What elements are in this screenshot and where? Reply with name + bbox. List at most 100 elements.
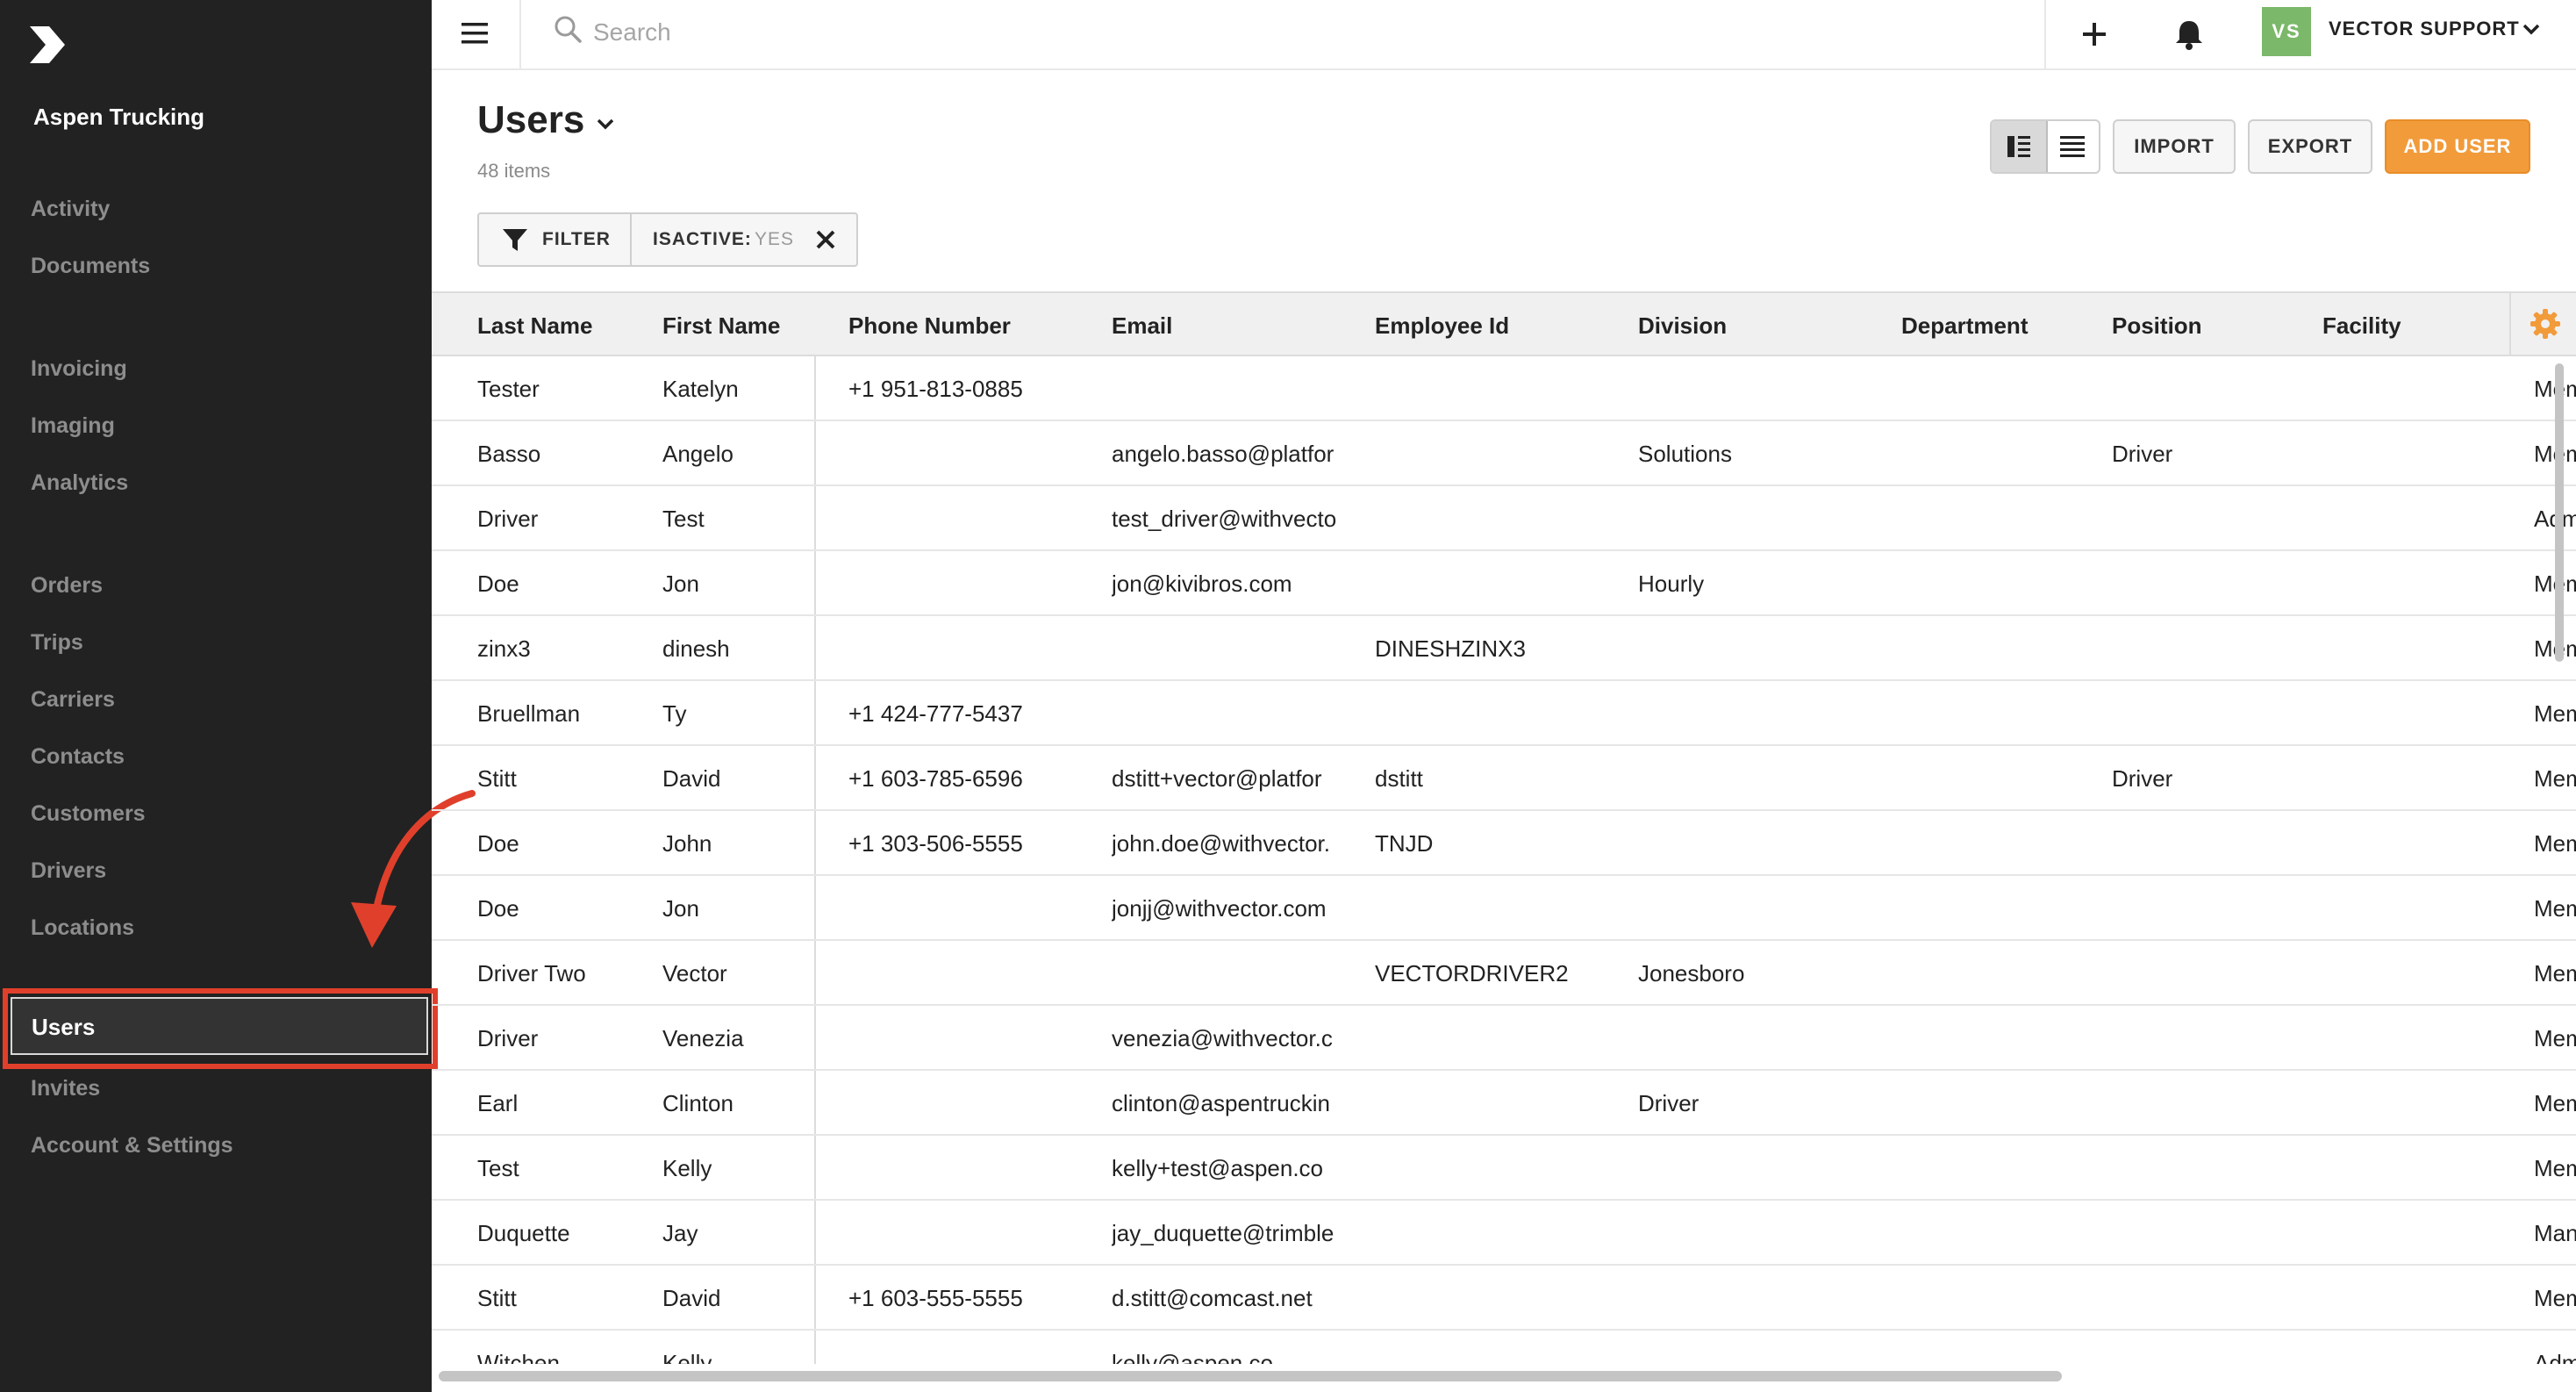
cell-first-name: David	[662, 1285, 721, 1311]
sidebar-item-locations[interactable]: Locations	[31, 910, 134, 945]
import-button[interactable]: IMPORT	[2113, 119, 2236, 174]
sidebar-item-drivers[interactable]: Drivers	[31, 853, 106, 888]
sidebar-item-account-settings[interactable]: Account & Settings	[31, 1128, 233, 1163]
table-row[interactable]: Stitt David +1 603-555-5555 d.stitt@comcast…	[432, 1266, 2576, 1331]
vertical-scrollbar[interactable]	[2555, 363, 2564, 662]
top-bar: VS VECTOR SUPPORT	[432, 0, 2576, 70]
sidebar-item-analytics[interactable]: Analytics	[31, 465, 128, 500]
table-row[interactable]: DriverTesttest_driver@withvectoAdm	[432, 486, 2576, 551]
column-header-position[interactable]: Position	[2112, 312, 2202, 340]
sidebar-item-trips[interactable]: Trips	[31, 625, 83, 660]
cell-last-name: Doe	[477, 570, 519, 597]
plus-icon[interactable]	[2072, 12, 2116, 56]
cell-email: jon@kivibros.com	[1112, 570, 1292, 597]
column-header-email[interactable]: Email	[1112, 312, 1172, 340]
cell-role: Mem	[2534, 1090, 2576, 1116]
bell-icon[interactable]	[2167, 12, 2211, 56]
column-header-department[interactable]: Department	[1901, 312, 2028, 340]
cell-role: Mem	[2534, 1155, 2576, 1181]
sidebar-item-contacts[interactable]: Contacts	[31, 739, 125, 774]
menu-button[interactable]	[432, 0, 521, 68]
column-header-facility[interactable]: Facility	[2322, 312, 2401, 340]
table-row[interactable]: Basso Angelo angelo.basso@platfor Solutions…	[432, 421, 2576, 486]
table-row[interactable]: DoeJonjon@kivibros.comHourlyMem	[432, 551, 2576, 616]
gear-icon	[2530, 309, 2560, 339]
chevron-down-icon[interactable]	[595, 114, 616, 135]
company-name: Aspen Trucking	[33, 104, 205, 130]
sidebar-item-customers[interactable]: Customers	[31, 796, 146, 831]
filter-chip-value[interactable]: YES	[755, 229, 794, 250]
cell-role: Mem	[2534, 960, 2576, 987]
filter-button[interactable]: FILTER	[479, 214, 632, 265]
cell-first-name: Clinton	[662, 1090, 733, 1116]
table-row[interactable]: Test Kelly kelly+test@aspen.co Mem	[432, 1136, 2576, 1201]
sidebar-item-imaging[interactable]: Imaging	[31, 408, 115, 443]
chevron-down-icon[interactable]	[2520, 18, 2543, 40]
user-menu[interactable]: VECTOR SUPPORT	[2329, 18, 2520, 40]
table-row[interactable]: Driver Venezia venezia@withvector.c Mem	[432, 1006, 2576, 1071]
column-header-phone-number[interactable]: Phone Number	[848, 312, 1011, 340]
table-header: Last Name First Name Phone Number Email …	[432, 291, 2576, 356]
cell-employee-id: dstitt	[1375, 765, 1423, 792]
split-view-button[interactable]	[1992, 121, 2048, 172]
hamburger-icon	[462, 23, 488, 44]
cell-email: jonjj@withvector.com	[1112, 895, 1327, 922]
column-settings-button[interactable]	[2509, 293, 2576, 355]
filter-chip-key[interactable]: ISACTIVE:	[653, 229, 752, 250]
cell-last-name: Stitt	[477, 765, 517, 792]
cell-last-name: Tester	[477, 376, 540, 402]
sidebar-item-activity[interactable]: Activity	[31, 191, 110, 226]
cell-employee-id: VECTORDRIVER2	[1375, 960, 1569, 987]
list-view-button[interactable]	[2046, 121, 2099, 172]
column-header-division[interactable]: Division	[1638, 312, 1727, 340]
sidebar-item-documents[interactable]: Documents	[31, 248, 150, 283]
cell-employee-id: DINESHZINX3	[1375, 635, 1526, 662]
export-button[interactable]: EXPORT	[2248, 119, 2372, 174]
horizontal-scrollbar[interactable]	[439, 1371, 2062, 1381]
cell-last-name: Test	[477, 1155, 519, 1181]
table-row[interactable]: Driver Two Vector VECTORDRIVER2 Jonesboro Me…	[432, 941, 2576, 1006]
item-count: 48 items	[477, 160, 551, 182]
table-row[interactable]: Earl Clinton clinton@aspentruckin Driver Mem	[432, 1071, 2576, 1136]
cell-first-name: Katelyn	[662, 376, 739, 402]
table-row[interactable]: TesterKatelyn+1 951-813-0885Mem	[432, 356, 2576, 421]
add-user-button[interactable]: ADD USER	[2385, 119, 2530, 174]
sidebar-item-carriers[interactable]: Carriers	[31, 682, 115, 717]
cell-role: Mem	[2534, 1285, 2576, 1311]
cell-first-name: Venezia	[662, 1025, 744, 1051]
logo-icon[interactable]	[26, 23, 70, 67]
table-row[interactable]: Stitt David +1 603-785-6596 dstitt+vector@p…	[432, 746, 2576, 811]
search-icon	[555, 16, 582, 43]
column-header-last-name[interactable]: Last Name	[477, 312, 593, 340]
table-row[interactable]: Doe John +1 303-506-5555 john.doe@withvecto…	[432, 811, 2576, 876]
sidebar-item-orders[interactable]: Orders	[31, 568, 103, 603]
table-row[interactable]: Doe Jon jonjj@withvector.com Mem	[432, 876, 2576, 941]
cell-first-name: Jon	[662, 895, 699, 922]
avatar[interactable]: VS	[2262, 7, 2311, 56]
cell-last-name: Doe	[477, 895, 519, 922]
close-icon[interactable]	[812, 226, 839, 253]
sidebar-item-invites[interactable]: Invites	[31, 1071, 100, 1106]
cell-last-name: Doe	[477, 830, 519, 857]
table-row[interactable]: Witchen Kelly kelly@aspen.co Adm	[432, 1331, 2576, 1364]
page-title[interactable]: Users	[477, 98, 584, 142]
cell-first-name: Vector	[662, 960, 727, 987]
cell-email: john.doe@withvector.	[1112, 830, 1330, 857]
table-row[interactable]: zinx3dineshDINESHZINX3Mem	[432, 616, 2576, 681]
cell-email: angelo.basso@platfor	[1112, 441, 1335, 467]
sidebar-item-invoicing[interactable]: Invoicing	[31, 351, 127, 386]
filter-icon	[503, 229, 527, 251]
sidebar: Aspen Trucking Activity Documents Invoic…	[0, 0, 438, 1392]
cell-last-name: Earl	[477, 1090, 519, 1116]
cell-email: test_driver@withvecto	[1112, 506, 1337, 532]
cell-last-name: Basso	[477, 441, 541, 467]
cell-last-name: Duquette	[477, 1220, 570, 1246]
column-header-first-name[interactable]: First Name	[662, 312, 780, 340]
search-input[interactable]	[591, 12, 1385, 53]
table-row[interactable]: Bruellman Ty +1 424-777-5437 Mem	[432, 681, 2576, 746]
cell-division: Hourly	[1638, 570, 1705, 597]
table-row[interactable]: Duquette Jay jay_duquette@trimble Man	[432, 1201, 2576, 1266]
column-header-employee-id[interactable]: Employee Id	[1375, 312, 1509, 340]
cell-phone-number: +1 951-813-0885	[848, 376, 1023, 402]
cell-division: Jonesboro	[1638, 960, 1745, 987]
